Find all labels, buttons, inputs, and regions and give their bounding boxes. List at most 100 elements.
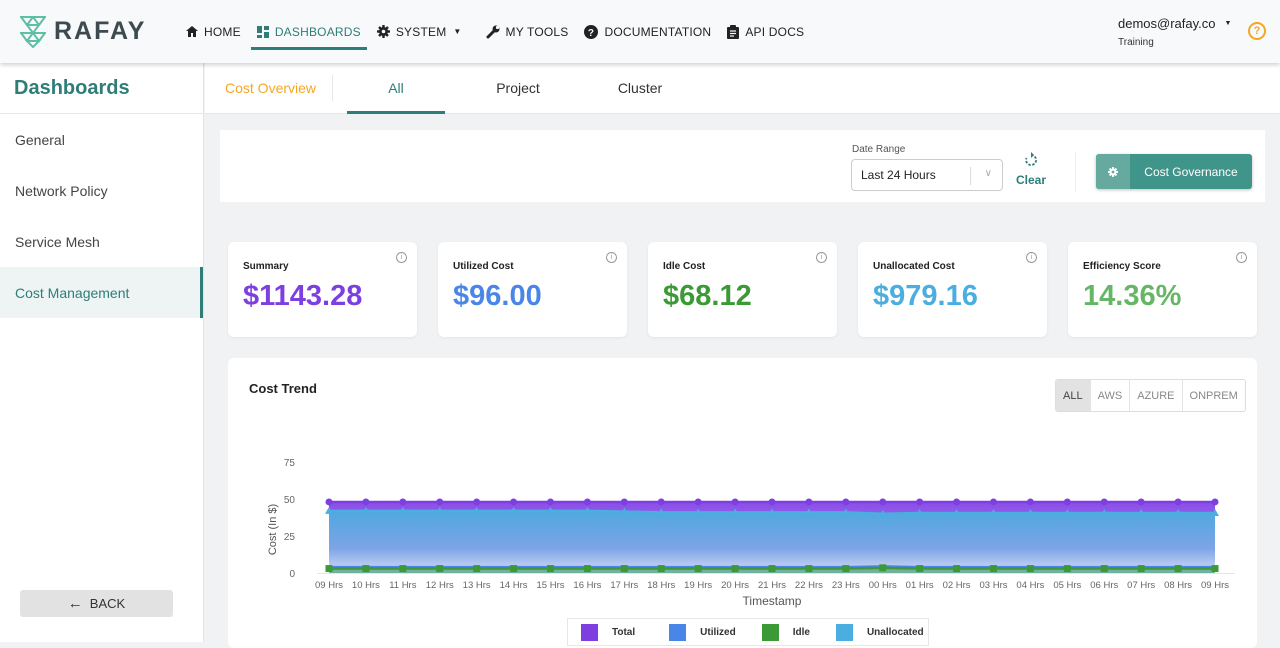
tab-cost-overview[interactable]: Cost Overview: [205, 75, 333, 101]
card-title: Idle Cost: [663, 261, 706, 272]
tab-cluster[interactable]: Cluster: [591, 63, 689, 114]
x-tick-label: 06 Hrs: [1090, 580, 1118, 591]
point-total: [657, 498, 665, 506]
filter-bar: Date Range Last 24 Hours ∨ Clear Cost Go…: [220, 130, 1265, 202]
legend-label: Utilized: [700, 626, 736, 638]
info-icon[interactable]: i: [396, 252, 407, 263]
legend-swatch: [761, 623, 779, 641]
user-email: demos@rafay.co: [1118, 16, 1216, 31]
point-idle: [436, 565, 444, 573]
point-total: [990, 498, 997, 506]
legend-item-unallocated[interactable]: Unallocated: [835, 623, 924, 641]
legend-item-idle[interactable]: Idle: [761, 623, 810, 641]
area-unallocated: [329, 510, 1215, 573]
chevron-down-icon: ▼: [453, 27, 462, 36]
x-tick-label: 09 Hrs: [315, 580, 343, 591]
x-tick-label: 08 Hrs: [1164, 580, 1192, 591]
back-button[interactable]: ← BACK: [20, 590, 173, 617]
clear-button[interactable]: Clear: [1015, 152, 1047, 187]
tab-project[interactable]: Project: [469, 63, 567, 114]
date-range-label: Date Range: [852, 144, 906, 155]
point-idle: [1026, 565, 1034, 573]
chevron-down-icon: ∨: [984, 168, 992, 179]
nav-documentation[interactable]: ? DOCUMENTATION: [576, 0, 719, 63]
y-tick-label: 75: [284, 458, 296, 469]
card-value: $1143.28: [243, 280, 363, 312]
point-total: [620, 498, 628, 506]
point-total: [879, 498, 887, 506]
point-total: [473, 498, 481, 506]
point-total: [547, 498, 554, 506]
y-axis-title: Cost (In $): [267, 504, 279, 555]
legend-item-total[interactable]: Total: [581, 623, 635, 641]
sidebar-item-general[interactable]: General: [0, 114, 203, 165]
card-value: 14.36%: [1083, 280, 1182, 312]
tab-all[interactable]: All: [347, 63, 445, 114]
point-idle: [657, 565, 665, 573]
x-tick-label: 05 Hrs: [1053, 580, 1081, 591]
nav-dashboards[interactable]: DASHBOARDS: [249, 0, 369, 63]
x-tick-label: 20 Hrs: [721, 580, 749, 591]
user-menu[interactable]: demos@rafay.co ▼ Training: [1118, 16, 1231, 48]
refresh-icon: [1025, 152, 1037, 166]
point-total: [805, 498, 813, 506]
sidebar-item-network-policy[interactable]: Network Policy: [0, 165, 203, 216]
nav-my-tools[interactable]: MY TOOLS: [478, 0, 577, 63]
x-axis-title: Timestamp: [743, 594, 802, 608]
point-total: [1137, 498, 1145, 506]
sidebar-item-cost-management[interactable]: Cost Management: [0, 267, 203, 318]
nav-api-docs[interactable]: API DOCS: [719, 0, 812, 63]
cost-governance-button[interactable]: Cost Governance: [1096, 154, 1252, 189]
point-idle: [1063, 565, 1071, 573]
point-total: [583, 498, 591, 506]
x-tick-label: 13 Hrs: [463, 580, 491, 591]
x-tick-label: 03 Hrs: [980, 580, 1008, 591]
dashboard-tabs: Cost Overview All Project Cluster: [205, 63, 1280, 114]
select-divider: [970, 167, 971, 185]
point-total: [362, 498, 370, 506]
point-idle: [731, 565, 739, 573]
info-icon[interactable]: i: [816, 252, 827, 263]
info-icon[interactable]: i: [606, 252, 617, 263]
nav-documentation-label: DOCUMENTATION: [604, 24, 712, 39]
gear-icon: [1096, 154, 1130, 189]
help-icon[interactable]: ?: [1248, 22, 1266, 40]
nav-home[interactable]: HOME: [178, 0, 249, 63]
point-idle: [362, 565, 370, 573]
unallocated-cost-card: Unallocated Cost $979.16 i: [858, 242, 1047, 337]
nav-system[interactable]: SYSTEM ▼: [369, 0, 470, 63]
point-total: [1174, 498, 1182, 506]
cost-trend-chart: 0 25 50 75 09 Hrs 10 Hrs 11 Hrs 12 Hrs 13 Hrs 14 …: [267, 458, 1235, 608]
clear-label: Clear: [1015, 173, 1047, 187]
x-tick-label: 18 Hrs: [647, 580, 675, 591]
point-idle: [916, 565, 924, 573]
point-idle: [583, 565, 591, 573]
gear-icon: [376, 25, 390, 38]
sidebar-item-service-mesh[interactable]: Service Mesh: [0, 216, 203, 267]
idle-cost-card: Idle Cost $68.12 i: [648, 242, 837, 337]
chevron-down-icon: ▼: [1224, 20, 1232, 27]
efficiency-score-card: Efficiency Score 14.36% i: [1068, 242, 1257, 337]
point-total: [436, 498, 444, 506]
date-range-select[interactable]: Last 24 Hours ∨: [851, 159, 1003, 191]
sidebar-title: Dashboards: [0, 63, 203, 114]
point-idle: [325, 565, 333, 573]
point-total: [1063, 498, 1071, 506]
point-total: [916, 498, 924, 506]
point-idle: [1211, 565, 1219, 573]
wrench-icon: [486, 25, 500, 39]
info-icon[interactable]: i: [1026, 252, 1037, 263]
nav-my-tools-label: MY TOOLS: [505, 24, 569, 39]
card-title: Efficiency Score: [1083, 261, 1161, 272]
point-idle: [547, 565, 554, 573]
y-tick-label: 0: [289, 569, 295, 580]
sidebar: Dashboards General Network Policy Servic…: [0, 63, 204, 642]
legend-item-utilized[interactable]: Utilized: [669, 623, 736, 641]
point-idle: [473, 565, 481, 573]
x-tick-label: 21 Hrs: [758, 580, 786, 591]
card-title: Unallocated Cost: [873, 261, 955, 272]
rafay-logo[interactable]: RAFAY: [20, 15, 170, 48]
dashboard-icon: [256, 25, 269, 38]
info-icon[interactable]: i: [1236, 252, 1247, 263]
brand-name: RAFAY: [54, 17, 147, 45]
